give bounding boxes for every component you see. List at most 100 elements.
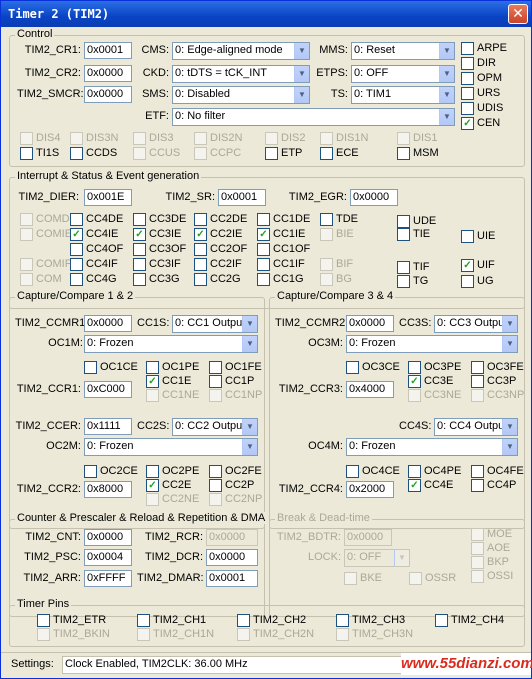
bit-oc2pe[interactable]: OC2PE [146, 465, 199, 479]
bit-cc4g[interactable]: CC4G [70, 273, 117, 287]
pin-tim2_ch2[interactable]: TIM2_CH2 [237, 614, 306, 628]
bit-oc3fe[interactable]: OC3FE [471, 361, 524, 375]
bit-ug[interactable]: UG [461, 275, 494, 289]
bit-etp[interactable]: ETP [265, 147, 302, 161]
chevron-down-icon[interactable]: ▼ [294, 43, 309, 59]
chevron-down-icon[interactable]: ▼ [439, 66, 454, 82]
bit-cc3of[interactable]: CC3OF [133, 243, 186, 257]
bit-oc3pe[interactable]: OC3PE [408, 361, 461, 375]
flag-cen[interactable]: ✓ CEN [461, 117, 500, 131]
ccr2-input[interactable]: 0x8000 [84, 481, 132, 498]
bit-oc1pe[interactable]: OC1PE [146, 361, 199, 375]
pin-tim2_ch1[interactable]: TIM2_CH1 [137, 614, 206, 628]
chevron-down-icon[interactable]: ▼ [242, 336, 257, 352]
bit-tde[interactable]: TDE [320, 213, 358, 227]
bit-ece[interactable]: ECE [320, 147, 359, 161]
bit-uie[interactable]: UIE [461, 230, 495, 244]
bit-cc1de[interactable]: CC1DE [257, 213, 310, 227]
dcr-input[interactable]: 0x0000 [206, 549, 258, 566]
bit-cc4e[interactable]: ✓ CC4E [408, 479, 453, 493]
bit-cc1p[interactable]: CC1P [209, 375, 254, 389]
sr-input[interactable]: 0x0001 [218, 189, 266, 206]
bit-cc1of[interactable]: CC1OF [257, 243, 310, 257]
bit-oc4pe[interactable]: OC4PE [408, 465, 461, 479]
bit-msm[interactable]: MSM [397, 147, 439, 161]
ccr1-input[interactable]: 0xC000 [84, 381, 132, 398]
bit-cc2p[interactable]: CC2P [209, 479, 254, 493]
bit-cc2of[interactable]: CC2OF [194, 243, 247, 257]
egr-input[interactable]: 0x0000 [350, 189, 398, 206]
bit-cc1ie[interactable]: ✓ CC1IE [257, 228, 305, 242]
chevron-down-icon[interactable]: ▼ [394, 550, 409, 566]
bit-cc1e[interactable]: ✓ CC1E [146, 375, 191, 389]
bit-ude[interactable]: UDE [397, 215, 436, 229]
close-button[interactable]: ✕ [508, 4, 528, 24]
bit-cc2ie[interactable]: ✓ CC2IE [194, 228, 242, 242]
bit-cc3g[interactable]: CC3G [133, 273, 180, 287]
bit-cc3e[interactable]: ✓ CC3E [408, 375, 453, 389]
bit-cc3ie[interactable]: ✓ CC3IE [133, 228, 181, 242]
bit-cc4ie[interactable]: ✓ CC4IE [70, 228, 118, 242]
oc2m-select[interactable]: 0: Frozen ▼ [84, 438, 258, 456]
bit-tg[interactable]: TG [397, 275, 428, 289]
flag-opm[interactable]: OPM [461, 72, 502, 86]
oc3m-select[interactable]: 0: Frozen ▼ [346, 335, 518, 353]
bit-cc4p[interactable]: CC4P [471, 479, 516, 493]
bit-cc2de[interactable]: CC2DE [194, 213, 247, 227]
chevron-down-icon[interactable]: ▼ [502, 336, 517, 352]
ccr4-input[interactable]: 0x2000 [346, 481, 394, 498]
oc4m-select[interactable]: 0: Frozen ▼ [346, 438, 518, 456]
dmar-input[interactable]: 0x0001 [206, 570, 258, 587]
pin-tim2_ch3[interactable]: TIM2_CH3 [336, 614, 405, 628]
psc-input[interactable]: 0x0004 [84, 549, 132, 566]
cnt-input[interactable]: 0x0000 [84, 529, 132, 546]
bit-cc4of[interactable]: CC4OF [70, 243, 123, 257]
chevron-down-icon[interactable]: ▼ [242, 419, 257, 435]
cr1-input[interactable]: 0x0001 [84, 42, 132, 59]
pin-tim2_etr[interactable]: TIM2_ETR [37, 614, 106, 628]
bit-cc1if[interactable]: CC1IF [257, 258, 305, 272]
bit-oc1ce[interactable]: OC1CE [84, 361, 138, 375]
cc4s-select[interactable]: 0: CC4 Output ▼ [434, 418, 518, 436]
sms-select[interactable]: 0: Disabled ▼ [172, 86, 310, 104]
etf-select[interactable]: 0: No filter ▼ [172, 108, 455, 126]
pin-tim2_ch4[interactable]: TIM2_CH4 [435, 614, 504, 628]
flag-udis[interactable]: UDIS [461, 102, 503, 116]
bit-cc3de[interactable]: CC3DE [133, 213, 186, 227]
flag-dir[interactable]: DIR [461, 57, 496, 71]
chevron-down-icon[interactable]: ▼ [502, 316, 517, 332]
bit-cc4de[interactable]: CC4DE [70, 213, 123, 227]
etps-select[interactable]: 0: OFF ▼ [351, 65, 455, 83]
bit-cc4if[interactable]: CC4IF [70, 258, 118, 272]
flag-urs[interactable]: URS [461, 87, 500, 101]
bit-tie[interactable]: TIE [397, 228, 430, 242]
bit-oc4ce[interactable]: OC4CE [346, 465, 400, 479]
bit-cc2g[interactable]: CC2G [194, 273, 241, 287]
ckd-select[interactable]: 0: tDTS = tCK_INT ▼ [172, 65, 310, 83]
cms-select[interactable]: 0: Edge-aligned mode ▼ [172, 42, 310, 60]
bit-ti1s[interactable]: TI1S [20, 147, 59, 161]
chevron-down-icon[interactable]: ▼ [439, 109, 454, 125]
arr-input[interactable]: 0xFFFF [84, 570, 132, 587]
bit-oc1fe[interactable]: OC1FE [209, 361, 262, 375]
ccmr2-input[interactable]: 0x0000 [346, 315, 394, 332]
flag-arpe[interactable]: ARPE [461, 42, 507, 56]
bit-tif[interactable]: TIF [397, 261, 430, 275]
smcr-input[interactable]: 0x0000 [84, 86, 132, 103]
bit-oc2ce[interactable]: OC2CE [84, 465, 138, 479]
bit-cc3p[interactable]: CC3P [471, 375, 516, 389]
dier-input[interactable]: 0x001E [84, 189, 132, 206]
ccmr1-input[interactable]: 0x0000 [84, 315, 132, 332]
chevron-down-icon[interactable]: ▼ [242, 439, 257, 455]
bit-ccds[interactable]: CCDS [70, 147, 117, 161]
cc2s-select[interactable]: 0: CC2 Output ▼ [172, 418, 258, 436]
chevron-down-icon[interactable]: ▼ [294, 66, 309, 82]
chevron-down-icon[interactable]: ▼ [439, 43, 454, 59]
cc3s-select[interactable]: 0: CC3 Output ▼ [434, 315, 518, 333]
chevron-down-icon[interactable]: ▼ [502, 419, 517, 435]
ccer-input[interactable]: 0x1111 [84, 418, 132, 435]
bit-cc1g[interactable]: CC1G [257, 273, 304, 287]
bit-oc4fe[interactable]: OC4FE [471, 465, 524, 479]
chevron-down-icon[interactable]: ▼ [439, 87, 454, 103]
ccr3-input[interactable]: 0x4000 [346, 381, 394, 398]
